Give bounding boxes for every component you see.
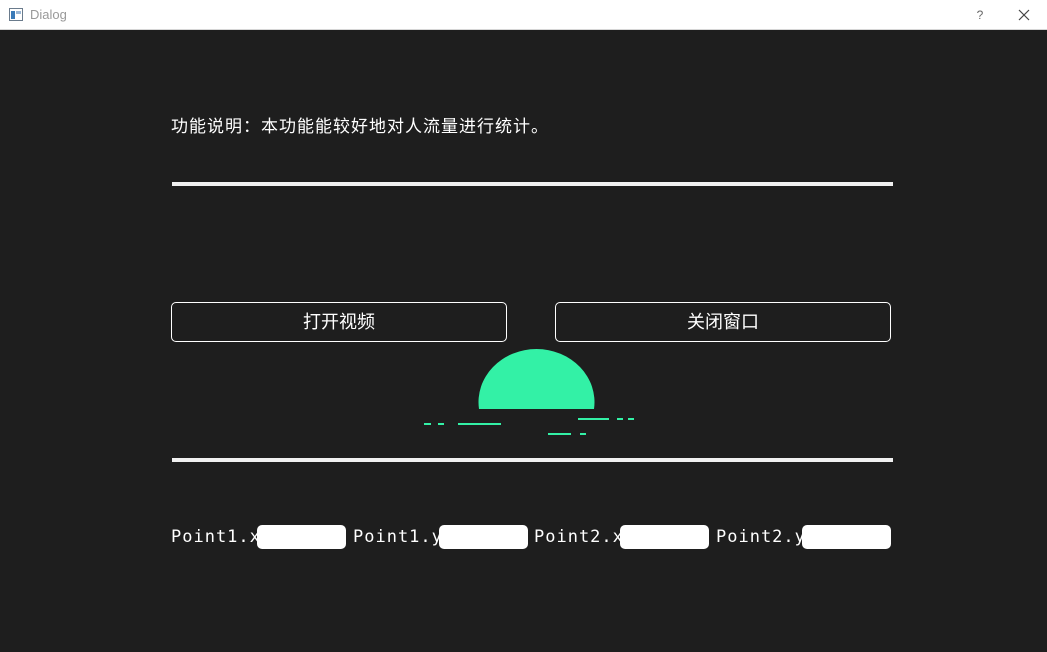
bottom-divider	[172, 458, 893, 462]
open-video-button[interactable]: 打开视频	[171, 302, 507, 342]
window-title: Dialog	[30, 7, 67, 22]
help-button[interactable]: ?	[966, 3, 994, 27]
app-icon	[9, 8, 23, 21]
point2-y-label: Point2.y	[716, 527, 806, 547]
point2-x-input[interactable]	[620, 525, 709, 549]
point2-y-input[interactable]	[802, 525, 891, 549]
function-description: 功能说明：本功能能较好地对人流量进行统计。	[171, 117, 549, 137]
horizon-dashes	[424, 418, 634, 435]
point1-y-input[interactable]	[439, 525, 528, 549]
dialog-body: 功能说明：本功能能较好地对人流量进行统计。 打开视频 关闭窗口 Point1.x…	[1, 30, 1046, 651]
point1-x-input[interactable]	[257, 525, 346, 549]
close-icon[interactable]	[1010, 3, 1038, 27]
title-bar: Dialog ?	[0, 0, 1047, 30]
point2-x-label: Point2.x	[534, 527, 624, 547]
top-divider	[172, 182, 893, 186]
point1-y-label: Point1.y	[353, 527, 443, 547]
close-window-button[interactable]: 关闭窗口	[555, 302, 891, 342]
point1-x-label: Point1.x	[171, 527, 261, 547]
